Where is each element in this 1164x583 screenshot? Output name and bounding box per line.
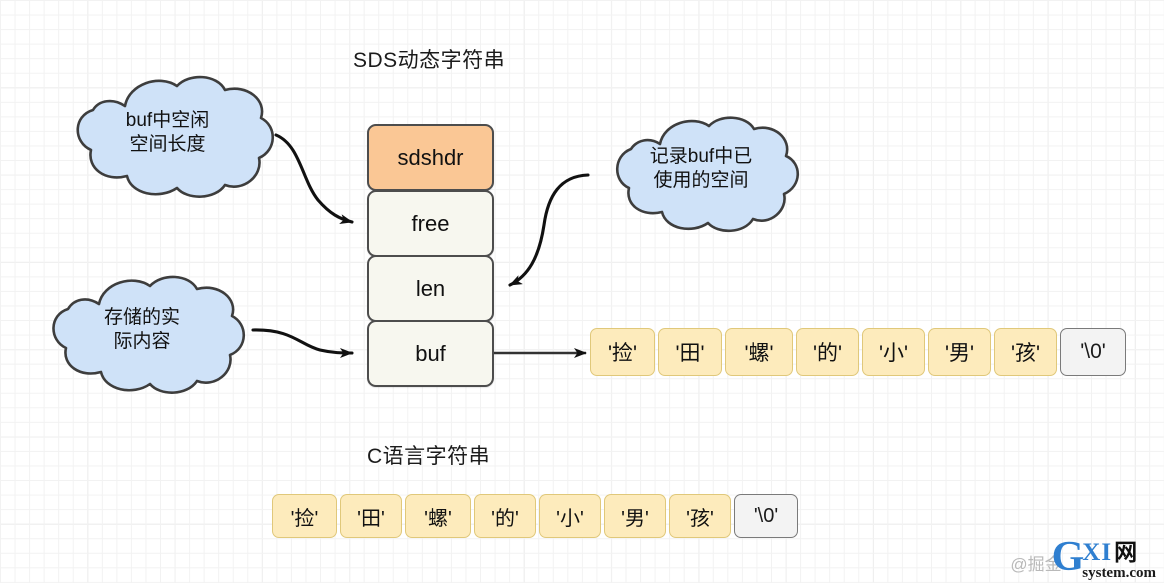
char-cell[interactable]: '田' (658, 328, 722, 376)
annotation-cloud-free: buf中空闲 空间长度 (55, 72, 280, 200)
char-cell[interactable]: '田' (340, 494, 402, 538)
struct-field-buf[interactable]: buf (367, 320, 494, 387)
sds-buffer-array: '捡' '田' '螺' '的' '小' '男' '孩' '\0' (590, 328, 1126, 376)
char-cell[interactable]: '捡' (272, 494, 337, 538)
watermark: @掘金 G XI 网 system.com (1010, 533, 1156, 582)
c-string-array: '捡' '田' '螺' '的' '小' '男' '孩' '\0' (272, 494, 798, 538)
annotation-cloud-len: 记录buf中已 使用的空间 (598, 113, 804, 235)
watermark-logo-xi-row: XI 网 (1082, 540, 1156, 565)
cloud-shape (615, 116, 800, 233)
char-cell-terminator[interactable]: '\0' (1060, 328, 1126, 376)
struct-field-len[interactable]: len (367, 255, 494, 322)
char-cell[interactable]: '小' (862, 328, 925, 376)
struct-field-sdshdr[interactable]: sdshdr (367, 124, 494, 191)
char-cell[interactable]: '捡' (590, 328, 655, 376)
watermark-domain: system.com (1082, 564, 1156, 581)
watermark-logo-g: G (1051, 533, 1085, 580)
char-cell[interactable]: '螺' (405, 494, 471, 538)
watermark-logo-xi: XI (1082, 538, 1113, 566)
cloud-shape (52, 275, 246, 394)
annotation-cloud-buf: 存储的实 际内容 (31, 272, 253, 396)
char-cell[interactable]: '孩' (669, 494, 731, 538)
char-cell[interactable]: '孩' (994, 328, 1057, 376)
struct-field-label: free (411, 210, 450, 236)
char-cell-terminator[interactable]: '\0' (734, 494, 798, 538)
arrow-buf-note (251, 328, 354, 358)
cloud-shape (76, 75, 275, 198)
watermark-logo-wang: 网 (1114, 539, 1139, 565)
char-cell[interactable]: '男' (928, 328, 991, 376)
char-cell[interactable]: '的' (796, 328, 859, 376)
diagram-canvas: SDS动态字符串 C语言字符串 sdshdr free len buf buf中… (0, 0, 1164, 583)
char-cell[interactable]: '小' (539, 494, 601, 538)
char-cell[interactable]: '的' (474, 494, 536, 538)
struct-field-label: len (415, 275, 446, 301)
char-cell[interactable]: '螺' (725, 328, 793, 376)
struct-field-label: sdshdr (397, 144, 464, 170)
watermark-logo: G XI 网 system.com (1051, 533, 1156, 582)
struct-field-label: buf (415, 340, 446, 366)
arrow-free-note (274, 133, 354, 224)
arrow-len-note (508, 173, 590, 287)
char-cell[interactable]: '男' (604, 494, 666, 538)
struct-field-free[interactable]: free (367, 190, 494, 257)
